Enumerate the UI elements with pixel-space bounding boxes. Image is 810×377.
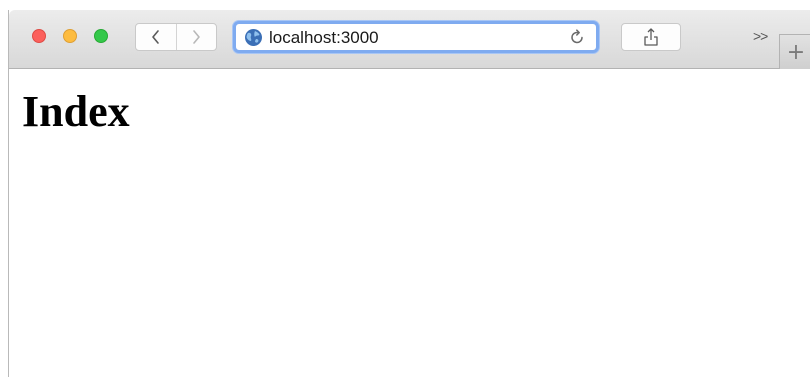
- browser-window: localhost:3000 >> + Index: [8, 10, 810, 377]
- forward-button[interactable]: [175, 24, 217, 50]
- minimize-window-button[interactable]: [63, 29, 77, 43]
- reload-icon[interactable]: [568, 28, 586, 46]
- more-toolbar-items-button[interactable]: >>: [753, 28, 768, 44]
- navigation-buttons: [135, 23, 217, 51]
- page-content: Index: [9, 69, 810, 377]
- share-icon: [644, 28, 658, 46]
- address-url: localhost:3000: [269, 28, 379, 47]
- share-button[interactable]: [621, 23, 681, 51]
- back-button[interactable]: [136, 24, 176, 50]
- maximize-window-button[interactable]: [94, 29, 108, 43]
- chevron-left-icon: [151, 30, 159, 44]
- new-tab-button[interactable]: +: [779, 34, 810, 69]
- page-heading: Index: [22, 87, 130, 136]
- browser-toolbar: localhost:3000 >> +: [9, 10, 810, 69]
- chevron-right-icon: [193, 30, 201, 44]
- close-window-button[interactable]: [32, 29, 46, 43]
- globe-icon: [245, 29, 262, 46]
- address-bar[interactable]: localhost:3000: [233, 21, 599, 53]
